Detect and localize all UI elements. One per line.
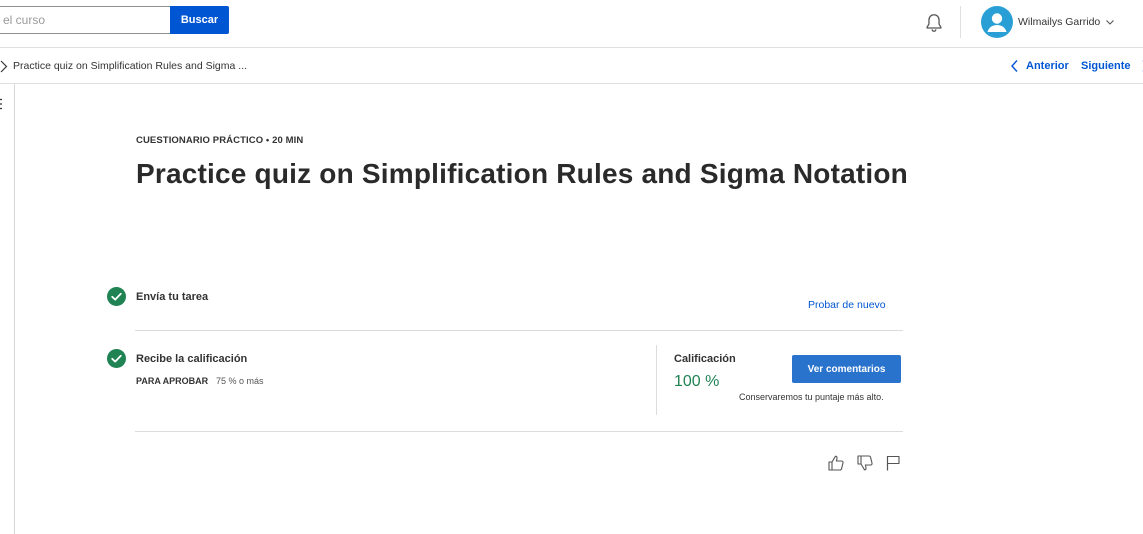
header-divider	[960, 6, 961, 38]
grade-value: 100 %	[674, 373, 720, 390]
menu-icon[interactable]	[0, 98, 3, 110]
quiz-overline: CUESTIONARIO PRÁCTICO • 20 MIN	[136, 135, 304, 146]
user-menu[interactable]: Wilmailys Garrido	[981, 6, 1115, 38]
next-label: Siguiente	[1081, 60, 1131, 72]
divider	[135, 431, 903, 432]
check-circle-icon	[107, 349, 126, 368]
avatar-icon	[981, 6, 1013, 38]
previous-button[interactable]: Anterior	[1010, 59, 1069, 73]
thumbs-up-icon[interactable]	[827, 454, 845, 472]
next-button[interactable]: Siguiente	[1081, 59, 1143, 73]
chevron-right-icon	[1141, 60, 1143, 72]
pass-label: PARA APROBAR	[136, 376, 209, 386]
breadcrumb[interactable]: Practice quiz on Simplification Rules an…	[13, 60, 247, 72]
top-bar: Buscar Wilmailys Garrido	[0, 0, 1143, 48]
search-input[interactable]	[0, 6, 170, 34]
search-button[interactable]: Buscar	[170, 6, 229, 34]
thumbs-down-icon[interactable]	[856, 454, 874, 472]
view-feedback-button[interactable]: Ver comentarios	[792, 355, 901, 383]
retry-link[interactable]: Probar de nuevo	[808, 299, 886, 311]
previous-label: Anterior	[1026, 60, 1069, 72]
flag-icon[interactable]	[884, 454, 902, 472]
bell-icon[interactable]	[923, 12, 945, 34]
pass-value: 75 % o más	[216, 376, 264, 386]
chevron-left-icon	[1011, 60, 1018, 72]
grade-label: Calificación	[674, 353, 736, 365]
item-nav-bar: Practice quiz on Simplification Rules an…	[0, 49, 1143, 84]
step-grade-label: Recibe la calificación	[136, 353, 248, 365]
side-panel-edge	[0, 84, 15, 534]
chevron-right-icon	[0, 60, 8, 73]
page-title: Practice quiz on Simplification Rules an…	[136, 158, 908, 189]
divider	[135, 330, 903, 331]
step-submit-label: Envía tu tarea	[136, 291, 209, 303]
user-name: Wilmailys Garrido	[1018, 16, 1101, 28]
check-circle-icon	[107, 287, 126, 306]
divider	[656, 345, 657, 415]
chevron-down-icon	[1106, 20, 1115, 25]
highest-score-note: Conservaremos tu puntaje más alto.	[739, 392, 884, 402]
